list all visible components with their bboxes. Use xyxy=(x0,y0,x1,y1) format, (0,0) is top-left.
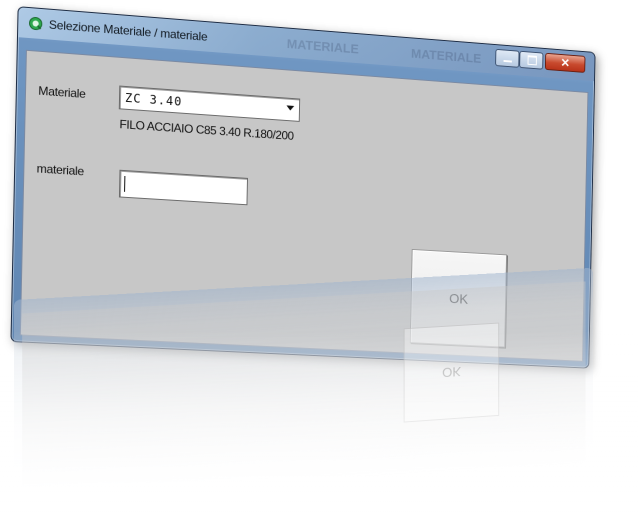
materiale-dropdown-value: ZC 3.40 xyxy=(125,91,183,109)
text-caret xyxy=(124,176,125,192)
app-icon xyxy=(28,16,43,31)
materiale-dropdown[interactable]: ZC 3.40 xyxy=(119,86,300,122)
reflection-frame: OK xyxy=(14,268,593,510)
window-title: Selezione Materiale / materiale xyxy=(49,18,208,44)
close-button[interactable]: ✕ xyxy=(545,53,586,73)
minimize-button[interactable] xyxy=(495,49,519,68)
reflection-ok-button: OK xyxy=(404,323,500,423)
minimize-icon xyxy=(504,60,512,63)
chevron-down-icon[interactable] xyxy=(286,105,294,110)
materiale-description: FILO ACCIAIO C85 3.40 R.180/200 xyxy=(119,117,293,143)
materiale-input[interactable] xyxy=(119,170,248,206)
reflection-client xyxy=(22,281,585,509)
materiale-field-label: materiale xyxy=(36,161,84,178)
window-reflection: OK xyxy=(14,268,593,512)
maximize-icon xyxy=(528,55,537,65)
close-icon: ✕ xyxy=(546,55,585,71)
background-title-fragment: MATERIALE xyxy=(287,36,359,56)
materiale-label: Materiale xyxy=(38,84,86,101)
maximize-button[interactable] xyxy=(519,51,543,70)
background-title-fragment: MATERIALE xyxy=(411,46,481,66)
screen: Selezione Materiale / materiale MATERIAL… xyxy=(0,0,638,512)
